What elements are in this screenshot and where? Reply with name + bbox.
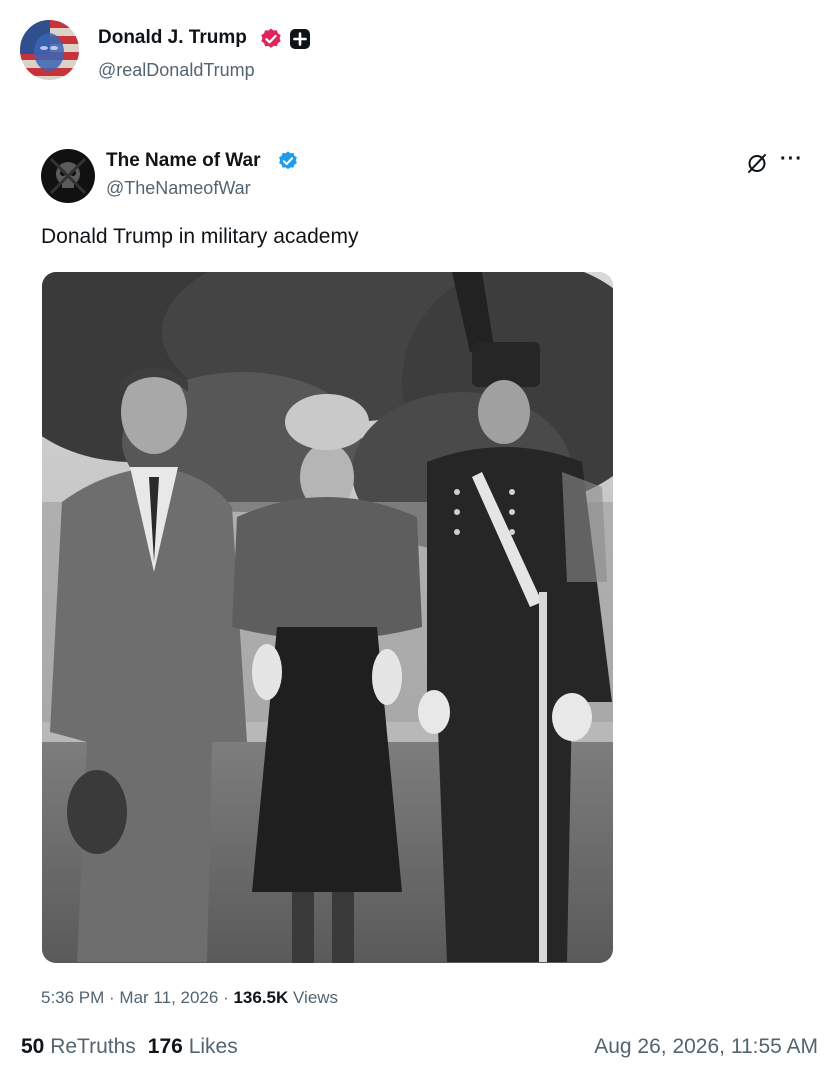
quote-author-handle[interactable]: @TheNameofWar	[106, 178, 251, 199]
quote-time[interactable]: 5:36 PM	[41, 988, 104, 1007]
quote-author-avatar[interactable]	[41, 149, 95, 203]
retruths-count[interactable]: 50	[21, 1035, 44, 1058]
skull-avatar-icon	[41, 149, 95, 203]
author-badges	[259, 27, 311, 51]
quote-meta: 5:36 PM · Mar 11, 2026 · 136.5K Views	[41, 988, 338, 1008]
likes-label[interactable]: Likes	[189, 1035, 238, 1058]
quote-photo[interactable]	[42, 272, 613, 963]
likes-count[interactable]: 176	[148, 1035, 183, 1058]
post-stats: 50 ReTruths 176 Likes	[21, 1035, 238, 1059]
blue-check-icon	[279, 151, 297, 170]
more-icon[interactable]: ···	[780, 148, 803, 171]
quote-date[interactable]: Mar 11, 2026	[119, 988, 218, 1007]
views-count: 136.5K	[233, 988, 289, 1007]
grok-icon	[748, 154, 766, 173]
author-handle[interactable]: @realDonaldTrump	[98, 60, 255, 81]
meta-separator: ·	[218, 988, 234, 1007]
quote-text: Donald Trump in military academy	[41, 225, 359, 248]
flag-portrait-avatar-icon	[20, 20, 79, 80]
plus-badge-icon	[290, 29, 310, 49]
quote-author-name[interactable]: The Name of War	[106, 150, 261, 172]
verified-badge-icon	[261, 28, 281, 48]
author-name[interactable]: Donald J. Trump	[98, 27, 247, 49]
retruths-label[interactable]: ReTruths	[50, 1035, 136, 1058]
meta-separator: ·	[104, 988, 120, 1007]
post-date[interactable]: Aug 26, 2026, 11:55 AM	[594, 1035, 818, 1059]
photo-image	[42, 272, 613, 963]
quote-verified-badge	[277, 150, 299, 177]
views-label: Views	[293, 988, 339, 1007]
author-avatar[interactable]	[20, 20, 79, 80]
grok-button[interactable]	[745, 151, 769, 180]
